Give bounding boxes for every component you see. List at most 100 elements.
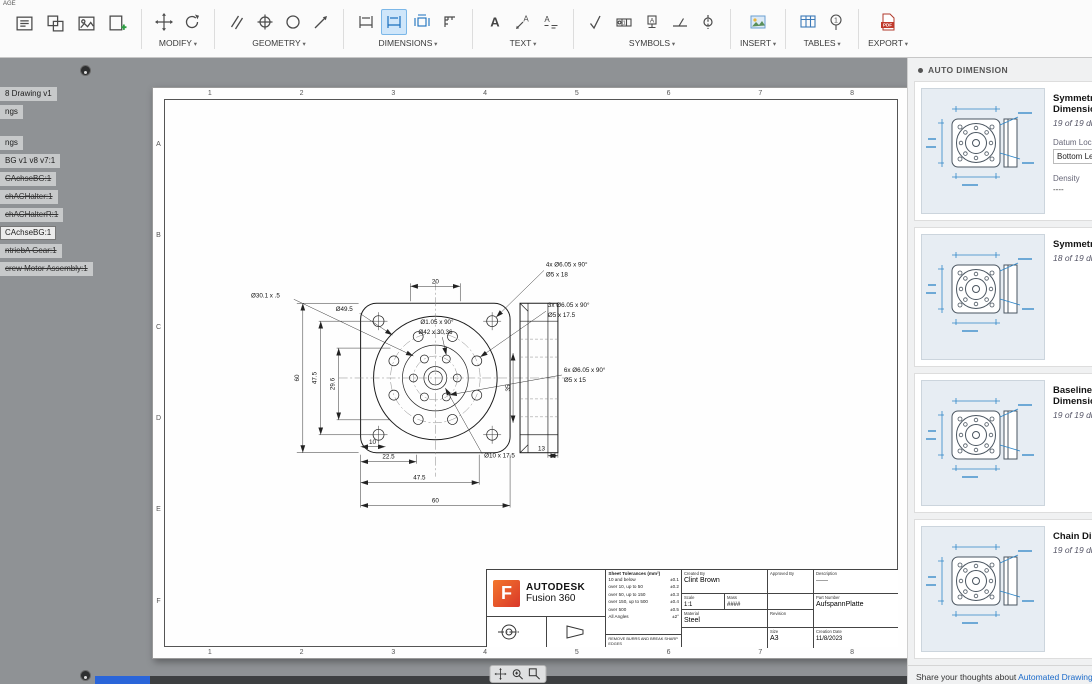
dimension-label[interactable]: 47.5: [312, 371, 319, 384]
browser-item-assembly[interactable]: BG v1 v8 v7:1: [0, 154, 60, 168]
table-button[interactable]: [795, 9, 821, 35]
geometry-menu[interactable]: GEOMETRY: [252, 38, 306, 48]
insert-menu[interactable]: INSERT: [740, 38, 776, 48]
dimension-preview-thumbnail[interactable]: [921, 380, 1045, 506]
zoom-window-icon: [529, 668, 541, 680]
dimension-label[interactable]: 20: [432, 278, 439, 285]
center-mark-button[interactable]: [252, 9, 278, 35]
symbols-menu[interactable]: SYMBOLS: [629, 38, 675, 48]
svg-text:1: 1: [834, 18, 838, 25]
leader-text-button[interactable]: A: [510, 9, 536, 35]
dimension-label[interactable]: Ø5 x 15: [564, 377, 586, 384]
dimension-label[interactable]: 10: [369, 439, 376, 446]
dimension-label[interactable]: 3x Ø6.05 x 90°: [548, 301, 590, 309]
center-mark-icon: [256, 13, 274, 31]
browser-item-gear-hidden[interactable]: ntriebA Gear:1: [0, 244, 62, 258]
tables-menu[interactable]: TABLES: [804, 38, 841, 48]
svg-text:A: A: [490, 15, 500, 30]
zoom-window-button[interactable]: [527, 668, 542, 681]
dimension-label[interactable]: 13: [538, 446, 545, 453]
rotate-button[interactable]: [179, 9, 205, 35]
balloon-button[interactable]: 1: [823, 9, 849, 35]
browser-item-achalter-hidden[interactable]: chACHalter:1: [0, 190, 58, 204]
insert-image-button[interactable]: [745, 9, 771, 35]
edge-extension-button[interactable]: [308, 9, 334, 35]
export-pdf-button[interactable]: PDF: [875, 9, 901, 35]
parallel-lines-button[interactable]: [224, 9, 250, 35]
modify-menu[interactable]: MODIFY: [159, 38, 197, 48]
collapse-panel-bottom-button[interactable]: [80, 670, 91, 681]
dimension-label[interactable]: 29.6: [330, 377, 337, 390]
ordinate-dimension-button[interactable]: [437, 9, 463, 35]
empty-cell: [682, 628, 768, 648]
mass-cell: Mass ####: [725, 594, 768, 610]
feature-control-frame-button[interactable]: 1: [611, 9, 637, 35]
dimension-label[interactable]: Ø10 x 17.5: [484, 453, 515, 460]
surface-finish-button[interactable]: [583, 9, 609, 35]
browser-item-drawing[interactable]: 8 Drawing v1: [0, 87, 57, 101]
sheet-settings-button[interactable]: [10, 9, 39, 37]
window-corner-label: AGE: [3, 1, 16, 7]
tolerance-value: ±0.2: [670, 583, 679, 590]
projection-symbol-cell: [487, 617, 547, 647]
scale-value: 1:1: [684, 601, 722, 609]
dimension-preview-thumbnail[interactable]: [921, 88, 1045, 214]
dimension-preview-thumbnail[interactable]: [921, 526, 1045, 652]
zoom-button[interactable]: [510, 668, 525, 681]
browser-item-cachsebg-hidden[interactable]: CAchseBG:1: [0, 172, 56, 186]
auto-dimension-card-symmetric[interactable]: Symmetric Dimension 19 of 19 dimensions …: [914, 81, 1092, 221]
browser-item-achalterr-hidden[interactable]: chACHalterR:1: [0, 208, 63, 222]
pan-button[interactable]: [493, 668, 508, 681]
dimension-label[interactable]: Ø5 x 18: [546, 271, 568, 278]
browser-item-motor-hidden[interactable]: crew Motor Assembly:1: [0, 262, 93, 276]
table-icon: [799, 13, 817, 31]
text-icon: A: [486, 13, 504, 31]
note-button[interactable]: A: [538, 9, 564, 35]
auto-dimension-card-baseline[interactable]: Baseline Dimension 19 of 19 dimensions: [914, 373, 1092, 513]
dimension-label[interactable]: 60: [432, 498, 439, 505]
dimension-label[interactable]: 22.5: [382, 454, 395, 461]
field-label: Revision: [770, 611, 811, 616]
base-view-button[interactable]: [41, 9, 70, 37]
datum-identifier-button[interactable]: A: [639, 9, 665, 35]
density-label: Density: [1053, 174, 1092, 183]
dimensions-menu[interactable]: DIMENSIONS: [379, 38, 438, 48]
linear-dimension-button[interactable]: [381, 9, 407, 35]
card-count: 19 of 19 dimensions: [1053, 545, 1092, 555]
bend-note-button[interactable]: [695, 9, 721, 35]
drawing-viewport[interactable]: 12345678 12345678 ABCDEF: [95, 57, 908, 684]
dimension-label[interactable]: 6x Ø6.05 x 90°: [564, 366, 606, 374]
dimension-button[interactable]: [353, 9, 379, 35]
new-sheet-button[interactable]: [103, 9, 132, 37]
drawing-sheet: 12345678 12345678 ABCDEF: [152, 87, 910, 659]
dimension-label[interactable]: 60: [294, 374, 301, 381]
auto-dimension-card-chain[interactable]: Chain Dimension 19 of 19 dimensions: [914, 519, 1092, 659]
dimension-label[interactable]: Ø1.05 x 90°: [420, 318, 454, 326]
feedback-link[interactable]: Automated Drawings: [1018, 672, 1092, 682]
feature-control-frame-icon: 1: [615, 13, 633, 31]
dimension-label[interactable]: 47.5: [413, 475, 426, 482]
move-button[interactable]: [151, 9, 177, 35]
collapse-browser-button[interactable]: [80, 65, 91, 76]
text-button[interactable]: A: [482, 9, 508, 35]
dimension-label[interactable]: Ø5 x 17.5: [548, 312, 576, 319]
browser-item-cachsebg-selected[interactable]: CAchseBG:1: [0, 226, 56, 240]
export-menu[interactable]: EXPORT: [868, 38, 908, 48]
datum-location-select[interactable]: Bottom Left ▾: [1053, 149, 1092, 164]
dimension-preview-thumbnail[interactable]: [921, 234, 1045, 360]
dimension-label[interactable]: Ø42 x 30.36: [418, 329, 453, 336]
browser-panel: 8 Drawing v1 ngs ngs BG v1 v8 v7:1 CAchs…: [0, 57, 95, 684]
projected-view-button[interactable]: [72, 9, 101, 37]
dimension-label[interactable]: Ø30.1 x .5: [251, 292, 280, 299]
dimension-label[interactable]: Ø49.5: [336, 306, 354, 313]
weld-symbol-button[interactable]: [667, 9, 693, 35]
text-menu[interactable]: TEXT: [510, 38, 537, 48]
product-name: Fusion 360: [526, 593, 585, 604]
browser-item-settings[interactable]: ngs: [0, 105, 23, 119]
auto-dimension-button[interactable]: [409, 9, 435, 35]
circle-button[interactable]: [280, 9, 306, 35]
browser-item-settings-2[interactable]: ngs: [0, 136, 23, 150]
dimension-label[interactable]: 4x Ø6.05 x 90°: [546, 260, 588, 268]
empty-cell: [768, 594, 814, 610]
auto-dimension-card-symmetric-2[interactable]: Symmetric 18 of 19 dimensions: [914, 227, 1092, 367]
